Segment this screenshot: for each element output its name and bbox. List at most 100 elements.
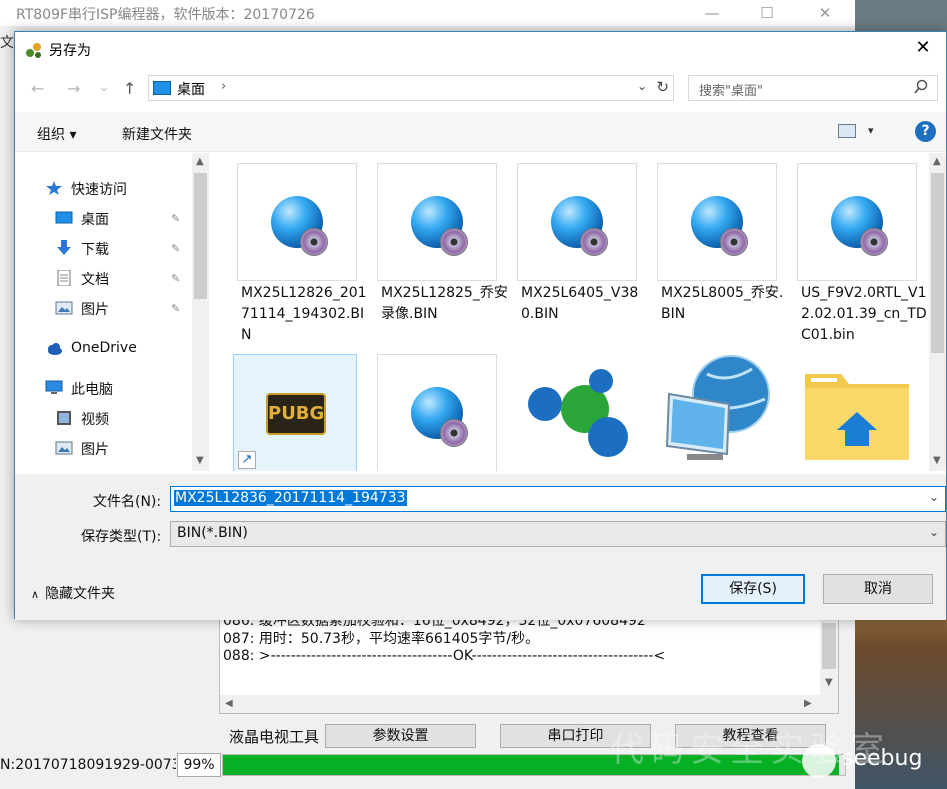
organize-menu[interactable]: 组织 ▾ xyxy=(37,124,76,144)
file-tile[interactable] xyxy=(797,354,917,471)
address-location[interactable]: 桌面 xyxy=(177,79,205,99)
scroll-down-icon[interactable]: ▼ xyxy=(825,677,833,688)
view-mode-icon[interactable] xyxy=(838,124,856,138)
new-folder-button[interactable]: 新建文件夹 xyxy=(122,124,192,144)
file-thumbnail xyxy=(657,163,777,281)
file-name: MX25L8005_乔安.BIN xyxy=(661,285,784,322)
file-tile[interactable] xyxy=(657,354,777,471)
save-as-dialog: 另存为 ✕ ← → ⌄ ↑ 桌面 › ⌄ ↻ 搜索"桌面" 组织 ▾ 新建文件夹… xyxy=(14,31,947,620)
file-thumbnail xyxy=(797,163,917,281)
scroll-up-icon[interactable]: ▲ xyxy=(196,156,204,167)
nav-item-label: 图片 xyxy=(81,302,109,318)
scroll-right-icon[interactable]: ▶ xyxy=(804,698,812,709)
filetype-value: BIN(*.BIN) xyxy=(177,525,248,541)
download-icon xyxy=(57,240,71,255)
progress-percent: 99% xyxy=(177,753,221,777)
serial-print-button[interactable]: 串口打印 xyxy=(500,724,651,748)
pin-icon[interactable]: ✎ xyxy=(171,242,180,255)
recent-locations-icon[interactable]: ⌄ xyxy=(99,80,109,94)
pictures-icon xyxy=(55,441,73,455)
pin-icon[interactable]: ✎ xyxy=(171,212,180,225)
network-computer-icon xyxy=(665,355,770,460)
address-dropdown-icon[interactable]: ⌄ xyxy=(637,79,647,93)
scrollbar-corner xyxy=(820,695,838,713)
navigation-scrollbar[interactable]: ▲ ▼ xyxy=(192,153,209,471)
nav-item-documents[interactable]: 文档 ✎ xyxy=(55,267,195,291)
filename-dropdown-icon[interactable]: ⌄ xyxy=(929,490,939,504)
file-thumbnail xyxy=(517,163,637,281)
view-dropdown-icon[interactable]: ▾ xyxy=(868,124,874,137)
desktop-icon xyxy=(153,81,171,95)
filetype-select[interactable]: BIN(*.BIN) ⌄ xyxy=(170,521,946,547)
scroll-down-icon[interactable]: ▼ xyxy=(933,455,941,466)
pubg-logo-icon: PUBG xyxy=(266,393,326,435)
filename-label: 文件名(N): xyxy=(93,494,162,510)
log-horizontal-scrollbar[interactable]: ◀ ▶ xyxy=(220,695,820,713)
disc-icon xyxy=(300,228,328,256)
search-icon xyxy=(914,79,928,94)
file-thumbnail xyxy=(377,163,497,281)
navigation-scroll-thumb[interactable] xyxy=(194,173,207,299)
video-icon xyxy=(57,411,71,425)
address-row: ← → ⌄ ↑ 桌面 › ⌄ ↻ 搜索"桌面" xyxy=(15,70,946,104)
file-name: MX25L12826_20171114_194302.BIN xyxy=(241,285,367,343)
save-dialog-icon xyxy=(26,43,41,58)
nav-item-pictures[interactable]: 图片 ✎ xyxy=(55,297,195,321)
dialog-toolbar: 组织 ▾ 新建文件夹 ▾ ? xyxy=(15,112,946,152)
disc-icon xyxy=(580,228,608,256)
navigation-pane: 快速访问 桌面 ✎ 下载 ✎ 文档 ✎ 图片 ✎ OneDrive 此电脑 视频… xyxy=(15,153,211,471)
scroll-left-icon[interactable]: ◀ xyxy=(225,698,233,709)
disc-icon xyxy=(440,419,468,447)
star-icon xyxy=(46,181,62,195)
nav-item-downloads[interactable]: 下载 ✎ xyxy=(55,237,195,261)
dialog-title: 另存为 xyxy=(49,43,91,59)
maximize-button[interactable]: ☐ xyxy=(752,2,782,24)
save-button[interactable]: 保存(S) xyxy=(701,574,805,604)
nav-item-label: 下载 xyxy=(81,242,109,258)
scroll-up-icon[interactable]: ▲ xyxy=(933,156,941,167)
pin-icon[interactable]: ✎ xyxy=(171,302,180,315)
dialog-titlebar: 另存为 ✕ xyxy=(15,32,946,66)
minimize-button[interactable]: — xyxy=(697,2,727,24)
quick-access-label: 快速访问 xyxy=(71,182,127,198)
shortcut-arrow-icon: ↗ xyxy=(238,451,256,469)
tutorial-button[interactable]: 教程查看 xyxy=(675,724,826,748)
pictures-icon xyxy=(55,301,73,315)
filetype-dropdown-icon[interactable]: ⌄ xyxy=(929,525,939,539)
nav-item-desktop[interactable]: 桌面 ✎ xyxy=(55,207,195,231)
file-list-scroll-thumb[interactable] xyxy=(931,173,944,353)
progress-bar xyxy=(222,754,846,776)
hide-folders-toggle[interactable]: ∧ 隐藏文件夹 xyxy=(31,583,115,603)
search-input[interactable]: 搜索"桌面" xyxy=(688,75,938,101)
file-thumbnail: PUBG ↗ xyxy=(233,354,357,471)
filename-value[interactable]: MX25L12836_20171114_194733 xyxy=(174,490,407,506)
disc-icon xyxy=(440,228,468,256)
background-titlebar: RT809F串行ISP编程器，软件版本：20170726 — ☐ ✕ xyxy=(0,0,855,26)
disc-icon xyxy=(860,228,888,256)
document-icon xyxy=(57,270,71,286)
breadcrumb-chevron-icon[interactable]: › xyxy=(221,79,226,94)
up-icon[interactable]: ↑ xyxy=(123,79,136,98)
file-tile[interactable] xyxy=(517,354,637,471)
back-icon[interactable]: ← xyxy=(31,79,44,98)
nav-item-label: 图片 xyxy=(81,442,109,458)
params-settings-button[interactable]: 参数设置 xyxy=(325,724,476,748)
forward-icon[interactable]: → xyxy=(67,79,80,98)
refresh-icon[interactable]: ↻ xyxy=(656,78,669,96)
cancel-button[interactable]: 取消 xyxy=(823,574,933,604)
log-vertical-scrollbar[interactable]: ▼ xyxy=(820,619,838,696)
scroll-down-icon[interactable]: ▼ xyxy=(196,455,204,466)
desktop-icon xyxy=(55,211,73,224)
background-app-title: RT809F串行ISP编程器，软件版本：20170726 xyxy=(16,7,315,23)
help-icon[interactable]: ? xyxy=(915,121,936,142)
file-list-scrollbar[interactable]: ▲ ▼ xyxy=(929,153,946,471)
address-bar[interactable]: 桌面 › ⌄ ↻ xyxy=(148,75,674,101)
log-scroll-thumb[interactable] xyxy=(822,623,836,669)
background-menu-item[interactable]: 文 xyxy=(0,32,14,52)
filename-input[interactable]: MX25L12836_20171114_194733 ⌄ xyxy=(170,486,946,512)
close-app-button[interactable]: ✕ xyxy=(810,2,840,24)
disc-icon xyxy=(720,228,748,256)
dialog-close-button[interactable]: ✕ xyxy=(900,32,946,64)
pin-icon[interactable]: ✎ xyxy=(171,272,180,285)
nav-item-label: 视频 xyxy=(81,412,109,428)
